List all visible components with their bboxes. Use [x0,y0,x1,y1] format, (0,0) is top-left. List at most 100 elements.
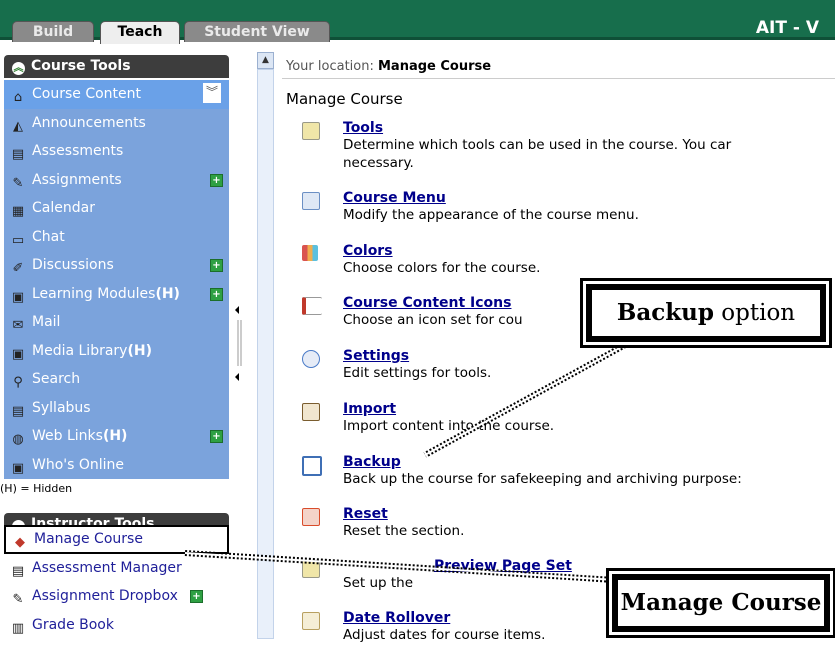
menu-icon [302,192,320,210]
sidebar-item-label: Calendar [32,200,95,216]
sidebar-item-label: Mail [32,314,61,330]
instructor-tools-list: ◆ Manage Course ▤ Assessment Manager ✎ Assi… [4,525,229,639]
media-icon: ▣ [11,346,25,362]
manage-course-callout: Manage Course [612,574,830,632]
entry-desc: Edit settings for tools. [343,365,492,381]
import-link[interactable]: Import [343,401,396,417]
hidden-marker: (H) [155,285,180,302]
sidebar-item-label: Chat [32,228,65,245]
date-rollover-link[interactable]: Date Rollover [343,610,450,626]
sidebar-item-label: Discussions [32,257,114,273]
sidebar-item-syllabus[interactable]: ▤ Syllabus [4,394,229,423]
add-icon[interactable]: + [210,430,223,443]
course-menu-link[interactable]: Course Menu [343,190,446,206]
mail-icon: ✉ [12,318,24,333]
syllabus-icon: ▤ [11,403,25,419]
icons-icon [302,297,322,315]
sidebar-item-web-links[interactable]: ◍ Web Links(H) + [4,422,229,451]
sidebar-item-label: Learning Modules [32,285,156,302]
entry-desc: Adjust dates for course items. [343,627,546,643]
course-tools-list: ⌂ Course Content ︾ ◭ Announcements ▤ Assess… [4,80,229,479]
breadcrumb-prefix: Your location: [286,59,374,74]
course-tools-header[interactable]: ︽ Course Tools [4,55,229,78]
sidebar-item-label: Assignment Dropbox [32,588,178,604]
scroll-up-button[interactable]: ▲ [257,52,274,69]
entry-desc-2: necessary. [343,155,414,171]
sidebar-item-assessments[interactable]: ▤ Assessments [4,137,229,166]
collapse-icon[interactable]: ︽ [12,62,25,75]
tools-icon [302,122,320,140]
scrollbar[interactable] [257,69,274,639]
hidden-marker: (H) [127,342,152,359]
assessment-icon: ▤ [11,147,25,162]
tab-student-view[interactable]: Student View [184,21,330,42]
sidebar-item-label: Course Content [32,86,142,102]
sidebar-item-assignment-dropbox[interactable]: ✎ Assignment Dropbox + [4,582,229,611]
sidebar-item-label: Web Links [32,428,103,444]
entry-desc: Choose an icon set for cou [343,312,523,328]
backup-icon [302,456,322,476]
add-icon[interactable]: + [210,287,223,301]
sidebar-item-grade-book[interactable]: ▥ Grade Book [4,610,229,639]
entry-desc: Set up the [343,575,414,591]
search-icon: ⚲ [13,375,23,390]
sidebar-item-calendar[interactable]: ▦ Calendar [4,194,229,223]
reset-link[interactable]: Reset [343,506,388,522]
add-icon[interactable]: + [190,590,203,603]
settings-icon [302,350,320,368]
sidebar-item-mail[interactable]: ✉ Mail [4,308,229,337]
course-tools-title: Course Tools [31,58,131,74]
sidebar-item-label: Syllabus [32,399,91,416]
toolbox-icon: ◆ [15,535,25,550]
sidebar-item-label: Assessments [32,143,124,159]
add-icon[interactable]: + [210,259,223,272]
gradebook-icon: ▥ [11,620,25,636]
add-icon[interactable]: + [210,173,223,187]
globe-icon: ◍ [12,432,24,447]
sidebar-item-learning-modules[interactable]: ▣ Learning Modules(H) + [4,280,229,309]
online-icon: ▣ [11,460,25,476]
sidebar-item-assessment-manager[interactable]: ▤ Assessment Manager [4,553,229,582]
sidebar-item-discussions[interactable]: ✐ Discussions + [4,251,229,280]
breadcrumb: Your location: Manage Course [286,59,491,74]
sidebar-item-manage-course[interactable]: ◆ Manage Course [4,525,229,554]
calendar-icon: ▦ [11,204,25,219]
preview-page-setup-link[interactable]: Preview Page Set [434,558,572,574]
assessment-icon: ▤ [11,563,25,579]
course-content-icons-link[interactable]: Course Content Icons [343,295,511,311]
entry-desc: Determine which tools can be used in the… [343,137,732,153]
tools-link[interactable]: Tools [343,120,383,136]
pin-icon: ✐ [12,261,24,276]
colors-link[interactable]: Colors [343,243,393,259]
splitter-grip-icon [235,306,242,381]
palette-icon [302,245,318,261]
panel-splitter[interactable] [230,44,250,656]
sidebar-item-whos-online[interactable]: ▣ Who's Online [4,451,229,480]
callout-rest: option [713,300,796,326]
preview-icon [302,560,320,578]
settings-link[interactable]: Settings [343,348,409,364]
calendar-icon [302,612,320,630]
backup-link[interactable]: Backup [343,454,401,470]
entry-desc: Choose colors for the course. [343,260,541,276]
tab-teach[interactable]: Teach [100,21,180,44]
megaphone-icon: ◭ [13,118,23,134]
dropbox-icon: ✎ [12,592,24,607]
sidebar-item-announcements[interactable]: ◭ Announcements [4,109,229,138]
entry-desc: Import content into the course. [343,418,555,434]
sidebar-item-media-library[interactable]: ▣ Media Library(H) [4,337,229,366]
hidden-legend: (H) = Hidden [0,482,73,495]
entry-desc: Modify the appearance of the course menu… [343,207,639,223]
sidebar-item-label: Grade Book [32,616,114,633]
sidebar-item-chat[interactable]: ▭ Chat [4,223,229,252]
hidden-marker: (H) [102,428,128,444]
backup-callout: Backup option [586,284,826,342]
site-brand: AIT - V [755,18,819,38]
sidebar-item-course-content[interactable]: ⌂ Course Content ︾ [4,80,229,109]
chevron-down-icon[interactable]: ︾ [203,83,221,103]
sidebar-item-search[interactable]: ⚲ Search [4,365,229,394]
sidebar-item-label: Assessment Manager [32,559,182,576]
divider [282,78,835,79]
sidebar-item-assignments[interactable]: ✎ Assignments + [4,166,229,195]
tab-build[interactable]: Build [12,21,94,42]
